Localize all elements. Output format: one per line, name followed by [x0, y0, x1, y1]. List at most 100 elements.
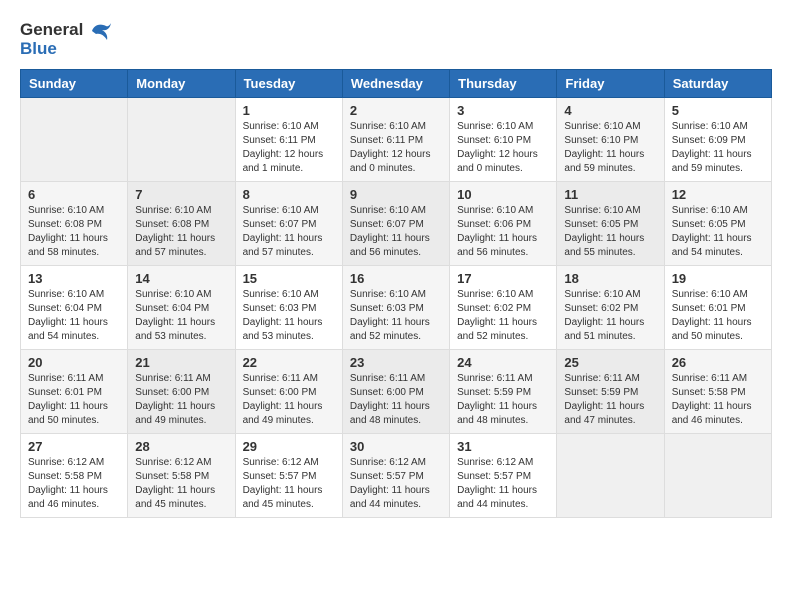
- calendar-cell: 7Sunrise: 6:10 AM Sunset: 6:08 PM Daylig…: [128, 181, 235, 265]
- calendar-cell: 26Sunrise: 6:11 AM Sunset: 5:58 PM Dayli…: [664, 349, 771, 433]
- day-info: Sunrise: 6:12 AM Sunset: 5:58 PM Dayligh…: [135, 456, 227, 512]
- day-number: 31: [457, 439, 549, 454]
- day-number: 29: [243, 439, 335, 454]
- calendar-cell: 10 Sunrise: 6:10 AM Sunset: 6:06 PM Dayli…: [450, 181, 557, 265]
- calendar-cell: 1 Sunrise: 6:10 AM Sunset: 6:11 PM Daylig…: [235, 97, 342, 181]
- day-number: 30: [350, 439, 442, 454]
- day-number: 9: [350, 187, 442, 202]
- day-number: 7: [135, 187, 227, 202]
- day-number: 27: [28, 439, 120, 454]
- weekday-header-tuesday: Tuesday: [235, 69, 342, 97]
- calendar-week-row: 6 Sunrise: 6:10 AM Sunset: 6:08 PM Daylig…: [21, 181, 772, 265]
- calendar-cell: 5 Sunrise: 6:10 AM Sunset: 6:09 PM Daylig…: [664, 97, 771, 181]
- day-number: 12: [672, 187, 764, 202]
- day-number: 4: [564, 103, 656, 118]
- calendar-cell: 20Sunrise: 6:11 AM Sunset: 6:01 PM Dayli…: [21, 349, 128, 433]
- day-info: Sunrise: 6:10 AM Sunset: 6:01 PM Dayligh…: [672, 288, 764, 344]
- calendar-cell: 22 Sunrise: 6:11 AM Sunset: 6:00 PM Dayli…: [235, 349, 342, 433]
- calendar-cell: 16 Sunrise: 6:10 AM Sunset: 6:03 PM Dayli…: [342, 265, 449, 349]
- calendar-week-row: 1 Sunrise: 6:10 AM Sunset: 6:11 PM Daylig…: [21, 97, 772, 181]
- day-info: Sunrise: 6:10 AM Sunset: 6:10 PM Dayligh…: [564, 120, 656, 176]
- day-info: Sunrise: 6:10 AM Sunset: 6:08 PM Dayligh…: [28, 204, 120, 260]
- calendar-cell: 9 Sunrise: 6:10 AM Sunset: 6:07 PM Daylig…: [342, 181, 449, 265]
- day-info: Sunrise: 6:11 AM Sunset: 5:59 PM Dayligh…: [457, 372, 549, 428]
- day-number: 11: [564, 187, 656, 202]
- calendar-table: SundayMondayTuesdayWednesdayThursdayFrid…: [20, 69, 772, 518]
- day-info: Sunrise: 6:10 AM Sunset: 6:03 PM Dayligh…: [243, 288, 335, 344]
- day-number: 16: [350, 271, 442, 286]
- calendar-week-row: 13 Sunrise: 6:10 AM Sunset: 6:04 PM Dayli…: [21, 265, 772, 349]
- day-number: 25: [564, 355, 656, 370]
- weekday-header-sunday: Sunday: [21, 69, 128, 97]
- day-info: Sunrise: 6:11 AM Sunset: 5:59 PM Dayligh…: [564, 372, 656, 428]
- calendar-cell: 4 Sunrise: 6:10 AM Sunset: 6:10 PM Daylig…: [557, 97, 664, 181]
- day-number: 24: [457, 355, 549, 370]
- day-number: 20: [28, 355, 120, 370]
- day-number: 14: [135, 271, 227, 286]
- page-header: General Blue: [20, 20, 772, 59]
- day-number: 21: [135, 355, 227, 370]
- calendar-cell: 12 Sunrise: 6:10 AM Sunset: 6:05 PM Dayli…: [664, 181, 771, 265]
- day-number: 10: [457, 187, 549, 202]
- day-info: Sunrise: 6:10 AM Sunset: 6:02 PM Dayligh…: [457, 288, 549, 344]
- calendar-cell: 19 Sunrise: 6:10 AM Sunset: 6:01 PM Dayli…: [664, 265, 771, 349]
- day-number: 3: [457, 103, 549, 118]
- day-number: 13: [28, 271, 120, 286]
- day-number: 1: [243, 103, 335, 118]
- calendar-cell: 14 Sunrise: 6:10 AM Sunset: 6:04 PM Dayli…: [128, 265, 235, 349]
- logo-blue-text: Blue: [20, 39, 112, 59]
- calendar-cell: 24 Sunrise: 6:11 AM Sunset: 5:59 PM Dayli…: [450, 349, 557, 433]
- logo: General Blue: [20, 20, 112, 59]
- day-info: Sunrise: 6:10 AM Sunset: 6:11 PM Dayligh…: [243, 120, 335, 176]
- day-info: Sunrise: 6:10 AM Sunset: 6:04 PM Dayligh…: [135, 288, 227, 344]
- calendar-cell: 17 Sunrise: 6:10 AM Sunset: 6:02 PM Dayli…: [450, 265, 557, 349]
- day-number: 28: [135, 439, 227, 454]
- logo-bird-icon: [90, 21, 112, 41]
- day-number: 18: [564, 271, 656, 286]
- calendar-cell: 27Sunrise: 6:12 AM Sunset: 5:58 PM Dayli…: [21, 433, 128, 517]
- day-info: Sunrise: 6:10 AM Sunset: 6:10 PM Dayligh…: [457, 120, 549, 176]
- calendar-cell: 28 Sunrise: 6:12 AM Sunset: 5:58 PM Dayli…: [128, 433, 235, 517]
- day-number: 17: [457, 271, 549, 286]
- calendar-cell: 31 Sunrise: 6:12 AM Sunset: 5:57 PM Dayli…: [450, 433, 557, 517]
- day-number: 22: [243, 355, 335, 370]
- calendar-cell: [557, 433, 664, 517]
- day-number: 6: [28, 187, 120, 202]
- day-info: Sunrise: 6:10 AM Sunset: 6:05 PM Dayligh…: [564, 204, 656, 260]
- day-info: Sunrise: 6:12 AM Sunset: 5:57 PM Dayligh…: [243, 456, 335, 512]
- weekday-header-saturday: Saturday: [664, 69, 771, 97]
- day-number: 8: [243, 187, 335, 202]
- calendar-cell: 8 Sunrise: 6:10 AM Sunset: 6:07 PM Daylig…: [235, 181, 342, 265]
- day-number: 26: [672, 355, 764, 370]
- day-info: Sunrise: 6:11 AM Sunset: 6:00 PM Dayligh…: [243, 372, 335, 428]
- day-info: Sunrise: 6:10 AM Sunset: 6:04 PM Dayligh…: [28, 288, 120, 344]
- calendar-cell: 29 Sunrise: 6:12 AM Sunset: 5:57 PM Dayli…: [235, 433, 342, 517]
- calendar-week-row: 27 Sunrise: 6:12 AM Sunset: 5:58 PM Dayli…: [21, 433, 772, 517]
- calendar-cell: 30 Sunrise: 6:12 AM Sunset: 5:57 PM Dayli…: [342, 433, 449, 517]
- weekday-header-wednesday: Wednesday: [342, 69, 449, 97]
- day-info: Sunrise: 6:10 AM Sunset: 6:03 PM Dayligh…: [350, 288, 442, 344]
- calendar-header-row: SundayMondayTuesdayWednesdayThursdayFrid…: [21, 69, 772, 97]
- day-number: 19: [672, 271, 764, 286]
- calendar-cell: [21, 97, 128, 181]
- calendar-cell: 25 Sunrise: 6:11 AM Sunset: 5:59 PM Dayli…: [557, 349, 664, 433]
- weekday-header-monday: Monday: [128, 69, 235, 97]
- day-info: Sunrise: 6:12 AM Sunset: 5:57 PM Dayligh…: [457, 456, 549, 512]
- weekday-header-friday: Friday: [557, 69, 664, 97]
- day-info: Sunrise: 6:12 AM Sunset: 5:57 PM Dayligh…: [350, 456, 442, 512]
- calendar-cell: 6 Sunrise: 6:10 AM Sunset: 6:08 PM Daylig…: [21, 181, 128, 265]
- calendar-cell: 2Sunrise: 6:10 AM Sunset: 6:11 PM Daylig…: [342, 97, 449, 181]
- day-info: Sunrise: 6:10 AM Sunset: 6:05 PM Dayligh…: [672, 204, 764, 260]
- day-number: 23: [350, 355, 442, 370]
- day-info: Sunrise: 6:10 AM Sunset: 6:09 PM Dayligh…: [672, 120, 764, 176]
- calendar-cell: 18Sunrise: 6:10 AM Sunset: 6:02 PM Dayli…: [557, 265, 664, 349]
- day-info: Sunrise: 6:10 AM Sunset: 6:07 PM Dayligh…: [350, 204, 442, 260]
- calendar-cell: 3 Sunrise: 6:10 AM Sunset: 6:10 PM Daylig…: [450, 97, 557, 181]
- day-info: Sunrise: 6:11 AM Sunset: 6:00 PM Dayligh…: [350, 372, 442, 428]
- day-info: Sunrise: 6:10 AM Sunset: 6:07 PM Dayligh…: [243, 204, 335, 260]
- day-info: Sunrise: 6:11 AM Sunset: 6:00 PM Dayligh…: [135, 372, 227, 428]
- calendar-cell: 21 Sunrise: 6:11 AM Sunset: 6:00 PM Dayli…: [128, 349, 235, 433]
- day-number: 5: [672, 103, 764, 118]
- day-info: Sunrise: 6:10 AM Sunset: 6:06 PM Dayligh…: [457, 204, 549, 260]
- calendar-week-row: 20Sunrise: 6:11 AM Sunset: 6:01 PM Dayli…: [21, 349, 772, 433]
